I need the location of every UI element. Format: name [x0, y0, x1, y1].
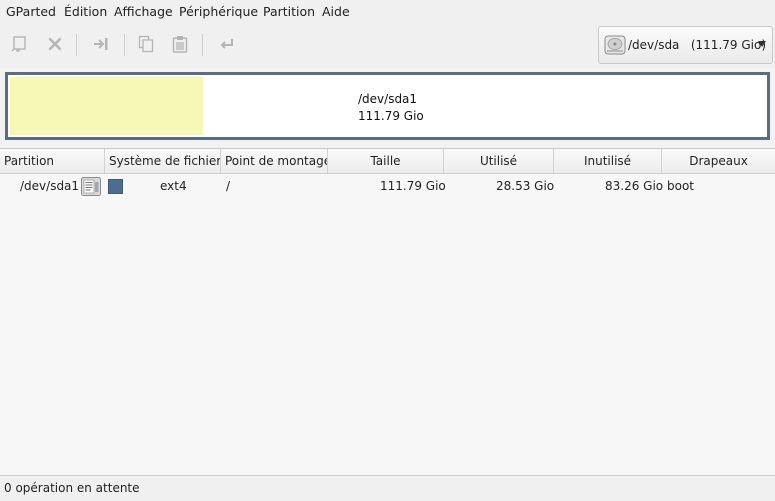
menu-partition[interactable]: Partition — [263, 4, 315, 19]
cell-mountpoint: / — [226, 179, 231, 193]
delete-partition-button[interactable] — [42, 30, 68, 58]
cell-filesystem: ext4 — [160, 179, 187, 193]
column-header-size[interactable]: Taille — [328, 149, 444, 173]
menu-edition[interactable]: Édition — [64, 4, 107, 19]
menu-affichage[interactable]: Affichage — [114, 4, 173, 19]
cell-used: 28.53 Gio — [496, 179, 555, 193]
menu-gparted[interactable]: GParted — [6, 4, 56, 19]
column-header-mountpoint[interactable]: Point de montage — [221, 149, 328, 173]
paste-button[interactable] — [167, 30, 193, 58]
device-label: /dev/sda (111.79 Gio) — [628, 38, 766, 52]
delete-icon — [48, 37, 62, 51]
partition-info-icon — [81, 177, 101, 196]
partition-table: Partition Système de fichiers Point de m… — [0, 148, 775, 475]
cell-unused: 83.26 Gio — [605, 179, 664, 193]
cell-partition: /dev/sda1 — [20, 179, 80, 193]
table-header: Partition Système de fichiers Point de m… — [0, 149, 775, 174]
table-row[interactable]: /dev/sda1 ext4 / 111.79 Gio 28.53 Gio 83… — [0, 174, 775, 198]
copy-icon — [138, 35, 154, 53]
pending-operations-status: 0 opération en attente — [4, 481, 140, 495]
cell-size: 111.79 Gio — [380, 179, 446, 193]
cell-flags: boot — [667, 179, 695, 193]
device-selector[interactable]: /dev/sda (111.79 Gio) — [598, 26, 773, 64]
toolbar-separator — [124, 34, 125, 56]
partition-map-name: /dev/sda1 — [358, 92, 418, 106]
undo-icon — [220, 39, 233, 49]
harddisk-icon — [604, 35, 626, 55]
chevron-down-icon — [758, 41, 766, 47]
column-header-unused[interactable]: Inutilisé — [554, 149, 662, 173]
status-bar: 0 opération en attente — [0, 475, 775, 501]
partition-used-space — [10, 77, 203, 135]
menu-bar: GParted Édition Affichage Périphérique P… — [0, 0, 775, 24]
paste-icon — [172, 36, 188, 53]
column-header-flags[interactable]: Drapeaux — [662, 149, 775, 173]
new-partition-button[interactable] — [7, 30, 33, 58]
column-header-used[interactable]: Utilisé — [444, 149, 554, 173]
copy-button[interactable] — [133, 30, 159, 58]
disk-partition-map[interactable]: /dev/sda1 111.79 Gio — [5, 72, 770, 140]
filesystem-color-swatch — [108, 179, 123, 194]
column-header-filesystem[interactable]: Système de fichiers — [105, 149, 221, 173]
resize-move-icon — [94, 38, 108, 50]
new-partition-icon — [11, 36, 26, 52]
menu-peripherique[interactable]: Périphérique — [179, 4, 258, 19]
toolbar-separator — [76, 34, 77, 56]
resize-move-button[interactable] — [88, 30, 114, 58]
partition-map-size: 111.79 Gio — [358, 109, 424, 123]
menu-aide[interactable]: Aide — [322, 4, 350, 19]
toolbar-separator — [202, 34, 203, 56]
undo-button[interactable] — [214, 30, 240, 58]
column-header-partition[interactable]: Partition — [0, 149, 105, 173]
